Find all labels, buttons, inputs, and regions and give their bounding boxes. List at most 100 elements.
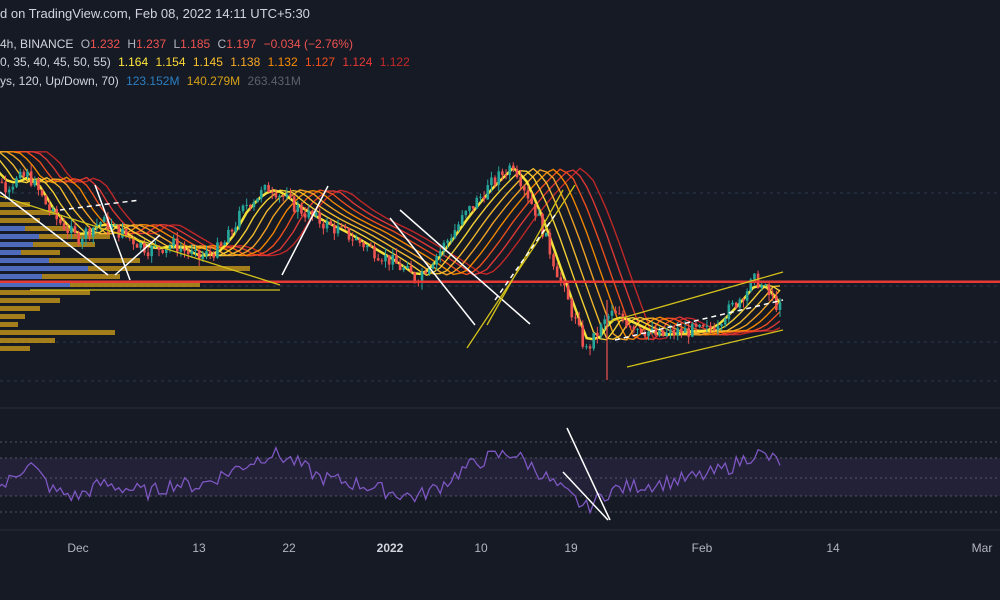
- candle-body: [150, 246, 153, 257]
- down-channel-line: [399, 209, 531, 325]
- volume-profile-bar-up: [0, 250, 21, 255]
- candle-body: [530, 198, 533, 205]
- vp-params: ys, 120, Up/Down, 70): [0, 74, 119, 88]
- volume-profile-bar-up: [0, 242, 33, 247]
- candle-body: [113, 224, 117, 226]
- candle-body: [384, 255, 387, 262]
- volume-profile-bar: [0, 346, 30, 351]
- candle-body: [62, 223, 66, 230]
- candle-body: [146, 252, 150, 257]
- candle-body: [322, 223, 325, 229]
- candle-body: [373, 246, 376, 259]
- candle-body: [135, 244, 139, 248]
- candle-body: [351, 239, 354, 241]
- candle-body: [285, 194, 289, 197]
- candle-body: [51, 209, 55, 212]
- ribbon-value: 1.132: [267, 55, 298, 69]
- candle-body: [709, 325, 712, 329]
- candle-body: [731, 302, 734, 305]
- candle-body: [11, 186, 15, 190]
- candle-body: [354, 238, 358, 241]
- ribbon-value: 1.122: [379, 55, 410, 69]
- candle-body: [325, 221, 329, 229]
- candle-body: [33, 179, 37, 186]
- candle-body: [91, 227, 95, 237]
- candle-body: [347, 228, 351, 240]
- candle-body: [15, 178, 18, 187]
- close-label: C: [217, 37, 227, 51]
- vp-value-up: 123.152M: [126, 74, 180, 88]
- candle-body: [4, 182, 7, 193]
- candle-body: [471, 206, 475, 209]
- candle-body: [398, 263, 402, 271]
- volume-profile-bar: [0, 306, 40, 311]
- candle-body: [267, 184, 270, 193]
- candle-body: [263, 184, 267, 190]
- candle-body: [548, 232, 552, 255]
- candle-body: [168, 246, 172, 249]
- candle-body: [278, 195, 281, 198]
- volume-profile-bar-up: [0, 274, 42, 279]
- close-value: 1.197: [226, 37, 257, 51]
- candle-body: [124, 228, 128, 237]
- candle-body: [537, 213, 541, 216]
- candle-body: [216, 242, 219, 258]
- candle-body: [402, 267, 406, 271]
- candle-body: [658, 330, 661, 336]
- candle-body: [223, 242, 227, 246]
- low-value: 1.185: [180, 37, 211, 51]
- candle-body: [48, 204, 51, 212]
- candle-body: [0, 181, 4, 183]
- candle-body: [493, 177, 497, 185]
- candle-body: [676, 328, 680, 336]
- candle-body: [362, 242, 365, 248]
- candle-body: [270, 192, 274, 194]
- ribbon-value: 1.164: [118, 55, 149, 69]
- candle-body: [475, 197, 479, 209]
- ribbon-value: 1.127: [304, 55, 335, 69]
- candle-body: [720, 324, 723, 327]
- candle-body: [504, 175, 508, 177]
- candle-body: [639, 328, 643, 333]
- candle-body: [37, 179, 40, 191]
- volume-profile-bar: [0, 338, 55, 343]
- candle-body: [59, 219, 62, 224]
- candle-body: [121, 228, 124, 238]
- candle-body: [70, 226, 73, 233]
- ribbon-params: 0, 35, 40, 45, 50, 55): [0, 55, 111, 69]
- candle-body: [438, 250, 442, 257]
- volume-profile-bar: [0, 298, 60, 303]
- candle-body: [300, 205, 303, 214]
- candle-body: [544, 232, 548, 237]
- candle-body: [343, 226, 347, 229]
- trend-line: [59, 199, 141, 211]
- candle-body: [289, 194, 292, 197]
- candle-body: [745, 291, 749, 301]
- candle-body: [77, 232, 80, 245]
- volume-profile-line: ys, 120, Up/Down, 70) 123.152M 140.279M …: [0, 74, 305, 88]
- candle-body: [610, 310, 614, 316]
- candle-body: [628, 326, 632, 328]
- candle-body: [175, 238, 179, 252]
- candle-body: [552, 254, 555, 267]
- candle-body: [318, 212, 322, 224]
- candle-body: [533, 204, 537, 216]
- candle-body: [22, 171, 26, 177]
- candle-body: [252, 202, 256, 208]
- candle-body: [431, 264, 435, 269]
- candle-body: [183, 248, 186, 252]
- candle-body: [256, 198, 259, 203]
- down-channel-line: [389, 217, 476, 326]
- x-tick-label: 2022: [376, 541, 404, 555]
- vp-value-total: 263.431M: [247, 74, 301, 88]
- rising-channel-top: [607, 271, 784, 323]
- candle-body: [303, 213, 307, 218]
- candle-body: [522, 186, 526, 191]
- candle-body: [479, 196, 482, 198]
- candle-body: [694, 323, 698, 327]
- candle-body: [380, 260, 384, 262]
- open-label: O: [80, 37, 91, 51]
- chart-canvas[interactable]: [0, 0, 1000, 600]
- candle-body: [577, 318, 581, 326]
- candle-body: [468, 206, 471, 211]
